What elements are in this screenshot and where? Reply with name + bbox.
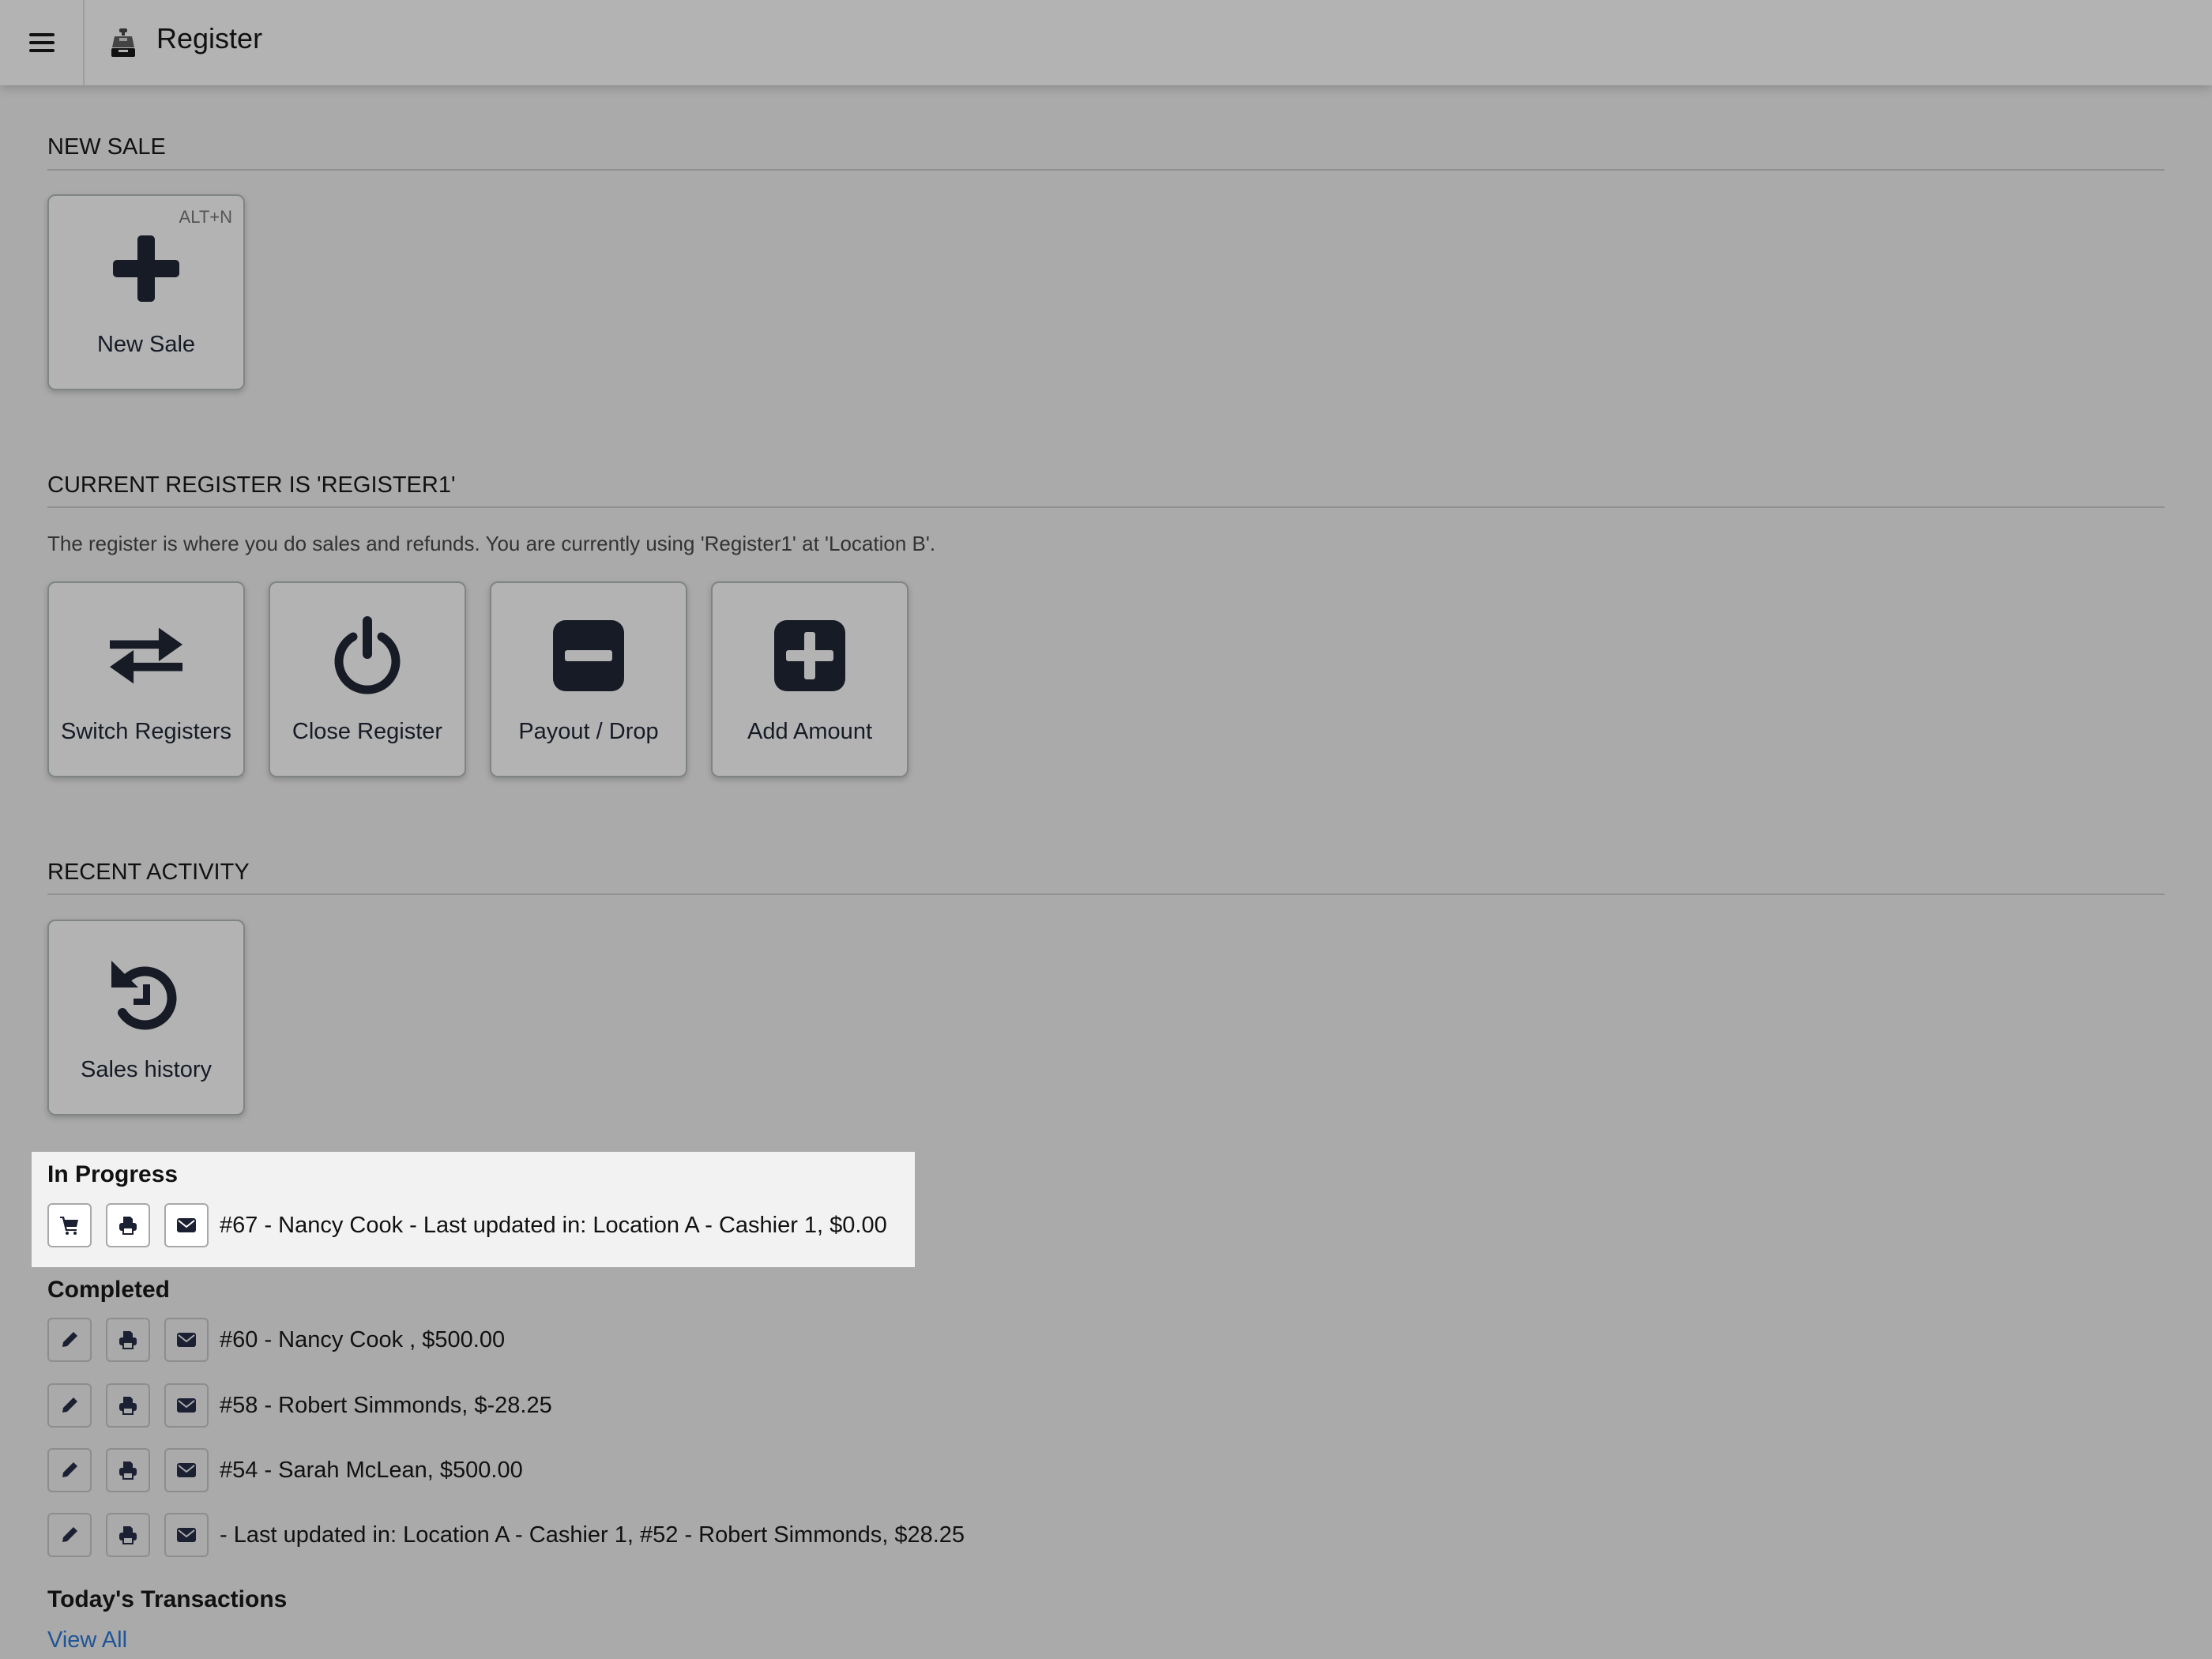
section-divider bbox=[47, 893, 2165, 895]
sales-history-label: Sales history bbox=[80, 1057, 212, 1082]
print-button[interactable] bbox=[106, 1318, 150, 1362]
cash-register-icon bbox=[111, 28, 135, 57]
edit-button[interactable] bbox=[47, 1383, 92, 1428]
payout-drop-button[interactable]: Payout / Drop bbox=[490, 581, 687, 777]
power-icon bbox=[331, 616, 404, 694]
edit-button[interactable] bbox=[47, 1448, 92, 1492]
history-icon bbox=[110, 956, 182, 1032]
print-icon bbox=[119, 1217, 137, 1235]
edit-icon bbox=[62, 1332, 77, 1347]
print-button[interactable] bbox=[106, 1383, 150, 1428]
top-bar: Register bbox=[0, 0, 2212, 85]
edit-icon bbox=[62, 1462, 77, 1477]
register-description: The register is where you do sales and r… bbox=[47, 532, 936, 555]
email-button[interactable] bbox=[164, 1318, 209, 1362]
menu-button[interactable] bbox=[0, 0, 85, 85]
view-all-link[interactable]: View All bbox=[47, 1627, 127, 1653]
list-item: #54 - Sarah McLean, $500.00 bbox=[47, 1446, 523, 1495]
plus-square-icon bbox=[773, 618, 846, 694]
list-item: #58 - Robert Simmonds, $-28.25 bbox=[47, 1381, 552, 1430]
email-icon bbox=[177, 1398, 196, 1413]
resume-cart-button[interactable] bbox=[47, 1203, 92, 1247]
in-progress-title: In Progress bbox=[47, 1161, 179, 1187]
plus-icon bbox=[110, 231, 182, 307]
new-sale-label: New Sale bbox=[96, 332, 196, 357]
current-register-section-title: CURRENT REGISTER IS 'REGISTER1' bbox=[47, 472, 456, 498]
edit-button[interactable] bbox=[47, 1318, 92, 1362]
switch-registers-label: Switch Registers bbox=[61, 719, 231, 744]
payout-drop-label: Payout / Drop bbox=[518, 719, 659, 744]
add-amount-button[interactable]: Add Amount bbox=[711, 581, 908, 777]
completed-sale-text[interactable]: #58 - Robert Simmonds, $-28.25 bbox=[220, 1393, 552, 1419]
email-button[interactable] bbox=[164, 1203, 209, 1247]
list-item: - Last updated in: Location A - Cashier … bbox=[47, 1510, 965, 1559]
email-button[interactable] bbox=[164, 1448, 209, 1492]
section-divider bbox=[47, 506, 2165, 508]
email-icon bbox=[177, 1218, 196, 1232]
new-sale-section-title: NEW SALE bbox=[47, 134, 166, 160]
page-title: Register bbox=[156, 22, 263, 55]
section-divider bbox=[47, 169, 2165, 171]
cart-icon bbox=[60, 1217, 78, 1235]
close-register-button[interactable]: Close Register bbox=[269, 581, 466, 777]
minus-square-icon bbox=[552, 618, 625, 694]
completed-sale-text[interactable]: - Last updated in: Location A - Cashier … bbox=[220, 1522, 965, 1548]
edit-icon bbox=[62, 1527, 77, 1542]
recent-activity-section-title: RECENT ACTIVITY bbox=[47, 860, 250, 885]
email-icon bbox=[177, 1333, 196, 1347]
exchange-arrows-icon bbox=[110, 618, 182, 694]
completed-title: Completed bbox=[47, 1277, 171, 1303]
email-icon bbox=[177, 1463, 196, 1477]
print-icon bbox=[119, 1397, 137, 1415]
print-icon bbox=[119, 1331, 137, 1349]
print-icon bbox=[119, 1462, 137, 1480]
add-amount-label: Add Amount bbox=[747, 719, 872, 744]
shortcut-hint: ALT+N bbox=[179, 207, 232, 227]
completed-sale-text[interactable]: #54 - Sarah McLean, $500.00 bbox=[220, 1458, 523, 1484]
completed-sale-text[interactable]: #60 - Nancy Cook , $500.00 bbox=[220, 1327, 505, 1353]
print-button[interactable] bbox=[106, 1448, 150, 1492]
email-icon bbox=[177, 1528, 196, 1542]
todays-transactions-title: Today's Transactions bbox=[47, 1586, 288, 1612]
new-sale-button[interactable]: ALT+N New Sale bbox=[47, 194, 245, 390]
edit-icon bbox=[62, 1398, 77, 1413]
hamburger-icon bbox=[28, 33, 55, 52]
email-button[interactable] bbox=[164, 1513, 209, 1557]
edit-button[interactable] bbox=[47, 1513, 92, 1557]
list-item: #60 - Nancy Cook , $500.00 bbox=[47, 1315, 505, 1364]
list-item: #67 - Nancy Cook - Last updated in: Loca… bbox=[47, 1201, 887, 1250]
switch-registers-button[interactable]: Switch Registers bbox=[47, 581, 245, 777]
sales-history-button[interactable]: Sales history bbox=[47, 920, 245, 1115]
print-icon bbox=[119, 1526, 137, 1544]
email-button[interactable] bbox=[164, 1383, 209, 1428]
close-register-label: Close Register bbox=[292, 719, 443, 744]
print-button[interactable] bbox=[106, 1513, 150, 1557]
in-progress-sale-text[interactable]: #67 - Nancy Cook - Last updated in: Loca… bbox=[220, 1213, 887, 1239]
print-button[interactable] bbox=[106, 1203, 150, 1247]
